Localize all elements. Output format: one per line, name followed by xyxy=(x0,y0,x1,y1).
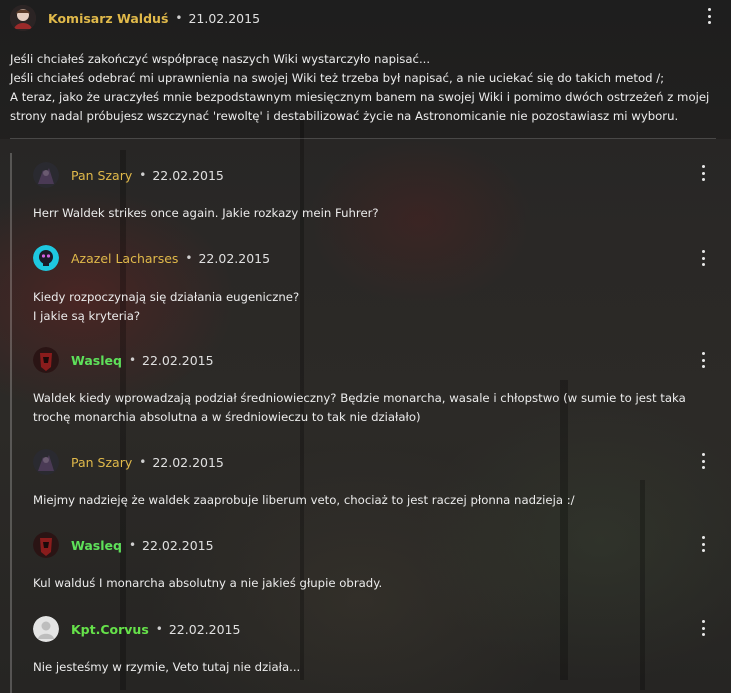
more-options-icon[interactable] xyxy=(696,618,710,638)
comment-date[interactable]: 22.02.2015 xyxy=(198,251,270,266)
separator-dot: • xyxy=(175,11,183,25)
user-avatar-icon xyxy=(33,532,59,558)
comment-line: Waldek kiedy wprowadzają podział średnio… xyxy=(33,391,686,405)
comment-line: Jeśli chciałeś zakończyć współpracę nasz… xyxy=(10,52,431,66)
separator-dot: • xyxy=(155,622,163,636)
reply-header: Wasleq • 22.02.2015 xyxy=(33,532,214,558)
more-options-icon[interactable] xyxy=(696,534,710,554)
comment-date[interactable]: 21.02.2015 xyxy=(188,11,260,26)
comment-line: Miejmy nadzieję że waldek zaaprobuje lib… xyxy=(33,493,575,507)
separator-dot: • xyxy=(128,353,137,367)
comment-line: A teraz, jako że uraczyłeś mnie bezpodst… xyxy=(10,90,710,104)
more-options-icon[interactable] xyxy=(696,163,710,183)
comment-line: Kul walduś I monarcha absolutny a nie ja… xyxy=(33,576,383,590)
separator-dot: • xyxy=(185,251,193,265)
comment-date[interactable]: 22.02.2015 xyxy=(152,455,224,470)
user-avatar-icon xyxy=(10,5,36,31)
reply-body: Herr Waldek strikes once again. Jakie ro… xyxy=(33,204,379,223)
reply-body: Waldek kiedy wprowadzają podział średnio… xyxy=(33,389,686,427)
reply-body: Miejmy nadzieję że waldek zaaprobuje lib… xyxy=(33,491,575,510)
user-avatar-icon xyxy=(33,162,59,188)
comment-date[interactable]: 22.02.2015 xyxy=(142,538,214,553)
comment-line: strony nadal próbujesz wszczynać 'rewolt… xyxy=(10,109,679,123)
username[interactable]: Pan Szary xyxy=(71,455,132,470)
reply-header: Kpt.Corvus • 22.02.2015 xyxy=(33,616,240,642)
avatar[interactable] xyxy=(33,532,59,558)
more-options-icon[interactable] xyxy=(702,6,716,26)
reply-header: Pan Szary • 22.02.2015 xyxy=(33,449,224,475)
username[interactable]: Wasleq xyxy=(71,353,122,368)
comment-line: Herr Waldek strikes once again. Jakie ro… xyxy=(33,206,379,220)
comment-line: I jakie są kryteria? xyxy=(33,309,141,323)
more-options-icon[interactable] xyxy=(696,350,710,370)
reply-body: Nie jesteśmy w rzymie, Veto tutaj nie dz… xyxy=(33,658,300,677)
separator-dot: • xyxy=(128,538,137,552)
reply-thread-line xyxy=(10,153,12,693)
comment-line: Nie jesteśmy w rzymie, Veto tutaj nie dz… xyxy=(33,660,301,674)
more-options-icon[interactable] xyxy=(696,248,710,268)
reply-header: Wasleq • 22.02.2015 xyxy=(33,347,214,373)
avatar[interactable] xyxy=(33,162,59,188)
avatar[interactable] xyxy=(10,5,36,31)
comment-date[interactable]: 22.02.2015 xyxy=(169,622,241,637)
user-avatar-icon xyxy=(33,347,59,373)
username[interactable]: Wasleq xyxy=(71,538,122,553)
comment-line: trochę monarchia absolutna a w średniowi… xyxy=(33,410,421,424)
username[interactable]: Kpt.Corvus xyxy=(71,622,149,637)
username[interactable]: Azazel Lacharses xyxy=(71,251,178,266)
avatar[interactable] xyxy=(33,245,59,271)
comments-section: Komisarz Walduś • 21.02.2015 Jeśli chcia… xyxy=(0,0,731,693)
top-comment-header: Komisarz Walduś • 21.02.2015 xyxy=(10,5,260,31)
reply-header: Azazel Lacharses • 22.02.2015 xyxy=(33,245,270,271)
user-avatar-icon xyxy=(33,449,59,475)
avatar[interactable] xyxy=(33,347,59,373)
top-comment-body: Jeśli chciałeś zakończyć współpracę nasz… xyxy=(10,50,709,126)
username[interactable]: Pan Szary xyxy=(71,168,132,183)
avatar[interactable] xyxy=(33,449,59,475)
comment-date[interactable]: 22.02.2015 xyxy=(142,353,214,368)
avatar[interactable] xyxy=(33,616,59,642)
default-avatar-icon xyxy=(33,616,59,642)
separator-dot: • xyxy=(139,455,147,469)
username[interactable]: Komisarz Walduś xyxy=(48,11,168,26)
reply-body: Kul walduś I monarcha absolutny a nie ja… xyxy=(33,574,382,593)
reply-body: Kiedy rozpoczynają się działania eugenic… xyxy=(33,288,299,326)
user-avatar-icon xyxy=(33,245,59,271)
separator-dot: • xyxy=(139,168,147,182)
divider xyxy=(10,138,716,139)
comment-line: Jeśli chciałeś odebrać mi uprawnienia na… xyxy=(10,71,665,85)
comment-date[interactable]: 22.02.2015 xyxy=(152,168,224,183)
reply-header: Pan Szary • 22.02.2015 xyxy=(33,162,224,188)
comment-line: Kiedy rozpoczynają się działania eugenic… xyxy=(33,290,300,304)
more-options-icon[interactable] xyxy=(696,451,710,471)
